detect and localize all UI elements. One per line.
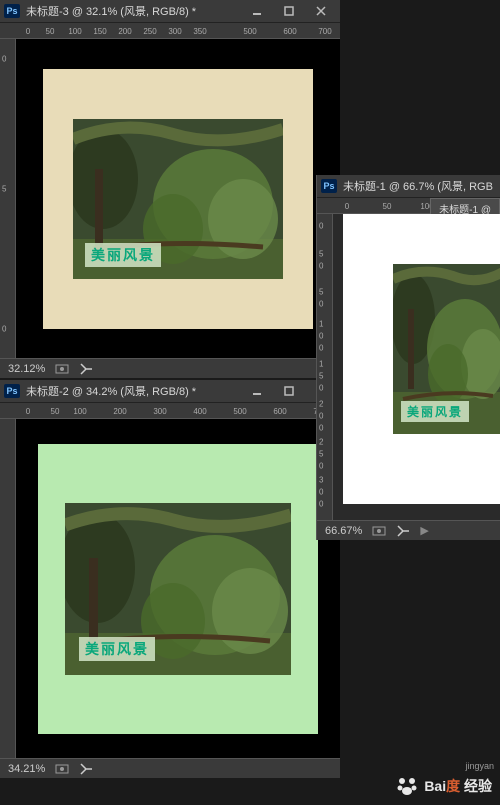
ruler-tick: 0	[319, 500, 323, 509]
text-overlay[interactable]: 美丽风景	[85, 243, 161, 267]
ruler-tick: 100	[73, 407, 86, 416]
share-icon[interactable]	[79, 762, 93, 776]
ps-icon: Ps	[321, 179, 337, 193]
ruler-tick: 500	[243, 27, 256, 36]
document-title: 未标题-1 @ 66.7% (风景, RGB	[343, 178, 496, 194]
text-overlay[interactable]: 美丽风景	[401, 401, 469, 422]
ruler-tick: 0	[345, 202, 349, 211]
ruler-tick: 50	[51, 407, 60, 416]
ruler-tick: 100	[68, 27, 81, 36]
url-watermark: jingyan	[465, 761, 494, 771]
ruler-tick: 0	[26, 27, 30, 36]
baidu-watermark: Bai度 经验	[396, 775, 492, 797]
ruler-tick: 0	[319, 300, 323, 309]
brand-sub: 经验	[464, 778, 492, 794]
titlebar[interactable]: Ps 未标题-1 @ 66.7% (风景, RGB	[317, 175, 500, 198]
canvas[interactable]: 美丽风景	[43, 69, 313, 329]
ruler-tick: 1	[319, 320, 323, 329]
ps-icon: Ps	[4, 4, 20, 18]
ruler-vertical[interactable]: 0 5 0 5 0 1 0 0 1 5 0 2 0 0 2 5 0 3 0 0	[317, 214, 333, 520]
zoom-level[interactable]: 32.12%	[8, 363, 45, 375]
minimize-button[interactable]	[242, 2, 272, 20]
ruler-tick: 3	[319, 476, 323, 485]
ruler-tick: 500	[233, 407, 246, 416]
document-title: 未标题-2 @ 34.2% (风景, RGB/8) *	[26, 383, 236, 399]
ruler-tick: 250	[143, 27, 156, 36]
share-icon[interactable]	[396, 524, 410, 538]
ruler-tick: 0	[26, 407, 30, 416]
ruler-tick: 150	[93, 27, 106, 36]
ruler-tick: 50	[46, 27, 55, 36]
paw-icon	[396, 775, 418, 797]
canvas[interactable]: 美丽风景	[343, 214, 500, 504]
maximize-button[interactable]	[274, 382, 304, 400]
ps-icon: Ps	[4, 384, 20, 398]
ruler-tick: 0	[319, 462, 323, 471]
info-icon[interactable]	[55, 362, 69, 376]
ruler-tick: 0	[319, 384, 323, 393]
image-layer[interactable]: 美丽风景	[65, 503, 291, 675]
canvas-viewport[interactable]: 美丽风景	[333, 214, 500, 520]
ruler-tick: 5	[2, 185, 6, 194]
image-layer[interactable]: 美丽风景	[73, 119, 283, 279]
ruler-tick: 2	[319, 400, 323, 409]
close-button[interactable]	[306, 2, 336, 20]
ruler-tick: 300	[168, 27, 181, 36]
ruler-horizontal[interactable]: 0 50 100 未标题-1 @	[317, 198, 500, 214]
ruler-horizontal[interactable]: 0 50 100 150 200 250 300 350 500 600 700	[0, 23, 340, 39]
ruler-tick: 0	[319, 262, 323, 271]
ruler-tick: 0	[2, 325, 6, 334]
zoom-level[interactable]: 34.21%	[8, 763, 45, 775]
ruler-tick: 5	[319, 288, 323, 297]
ruler-tick: 0	[319, 344, 323, 353]
document-window-3: Ps 未标题-3 @ 32.1% (风景, RGB/8) * 0 50 100 …	[0, 0, 340, 378]
canvas[interactable]: 美丽风景	[38, 444, 318, 734]
titlebar[interactable]: Ps 未标题-2 @ 34.2% (风景, RGB/8) *	[0, 380, 340, 403]
titlebar[interactable]: Ps 未标题-3 @ 32.1% (风景, RGB/8) *	[0, 0, 340, 23]
status-bar: 32.12%	[0, 358, 340, 378]
ruler-tick: 600	[283, 27, 296, 36]
brand-text: Bai	[424, 778, 446, 794]
ruler-tick: 700	[318, 27, 331, 36]
ruler-tick: 0	[2, 55, 6, 64]
ruler-tick: 200	[118, 27, 131, 36]
share-icon[interactable]	[79, 362, 93, 376]
ruler-tick: 50	[383, 202, 392, 211]
ruler-tick: 350	[193, 27, 206, 36]
ruler-vertical[interactable]	[0, 419, 16, 758]
ruler-tick: 1	[319, 360, 323, 369]
ruler-tick: 200	[113, 407, 126, 416]
text-overlay[interactable]: 美丽风景	[79, 637, 155, 661]
status-bar: 66.67% ▶	[317, 520, 500, 540]
ruler-tick: 0	[319, 222, 323, 231]
ruler-tick: 300	[153, 407, 166, 416]
ruler-tick: 400	[193, 407, 206, 416]
ruler-tick: 0	[319, 424, 323, 433]
document-title: 未标题-3 @ 32.1% (风景, RGB/8) *	[26, 3, 236, 19]
minimize-button[interactable]	[242, 382, 272, 400]
ruler-tick: 5	[319, 250, 323, 259]
maximize-button[interactable]	[274, 2, 304, 20]
ruler-tick: 0	[319, 332, 323, 341]
ruler-tick: 2	[319, 438, 323, 447]
ruler-tick: 600	[273, 407, 286, 416]
info-icon[interactable]	[372, 524, 386, 538]
ruler-tick: 0	[319, 488, 323, 497]
info-icon[interactable]	[55, 762, 69, 776]
ruler-horizontal[interactable]: 0 50 100 200 300 400 500 600 700	[0, 403, 340, 419]
document-window-2: Ps 未标题-2 @ 34.2% (风景, RGB/8) * 0 50 100 …	[0, 380, 340, 778]
status-bar: 34.21%	[0, 758, 340, 778]
ruler-tick: 5	[319, 450, 323, 459]
ruler-tick: 5	[319, 372, 323, 381]
zoom-level[interactable]: 66.67%	[325, 525, 362, 537]
document-window-1: Ps 未标题-1 @ 66.7% (风景, RGB 0 50 100 未标题-1…	[316, 175, 500, 540]
image-layer[interactable]: 美丽风景	[393, 264, 500, 434]
canvas-viewport[interactable]: 美丽风景	[16, 419, 340, 758]
ruler-vertical[interactable]: 0 5 0	[0, 39, 16, 358]
canvas-viewport[interactable]: 美丽风景	[16, 39, 340, 358]
ruler-tick: 0	[319, 412, 323, 421]
